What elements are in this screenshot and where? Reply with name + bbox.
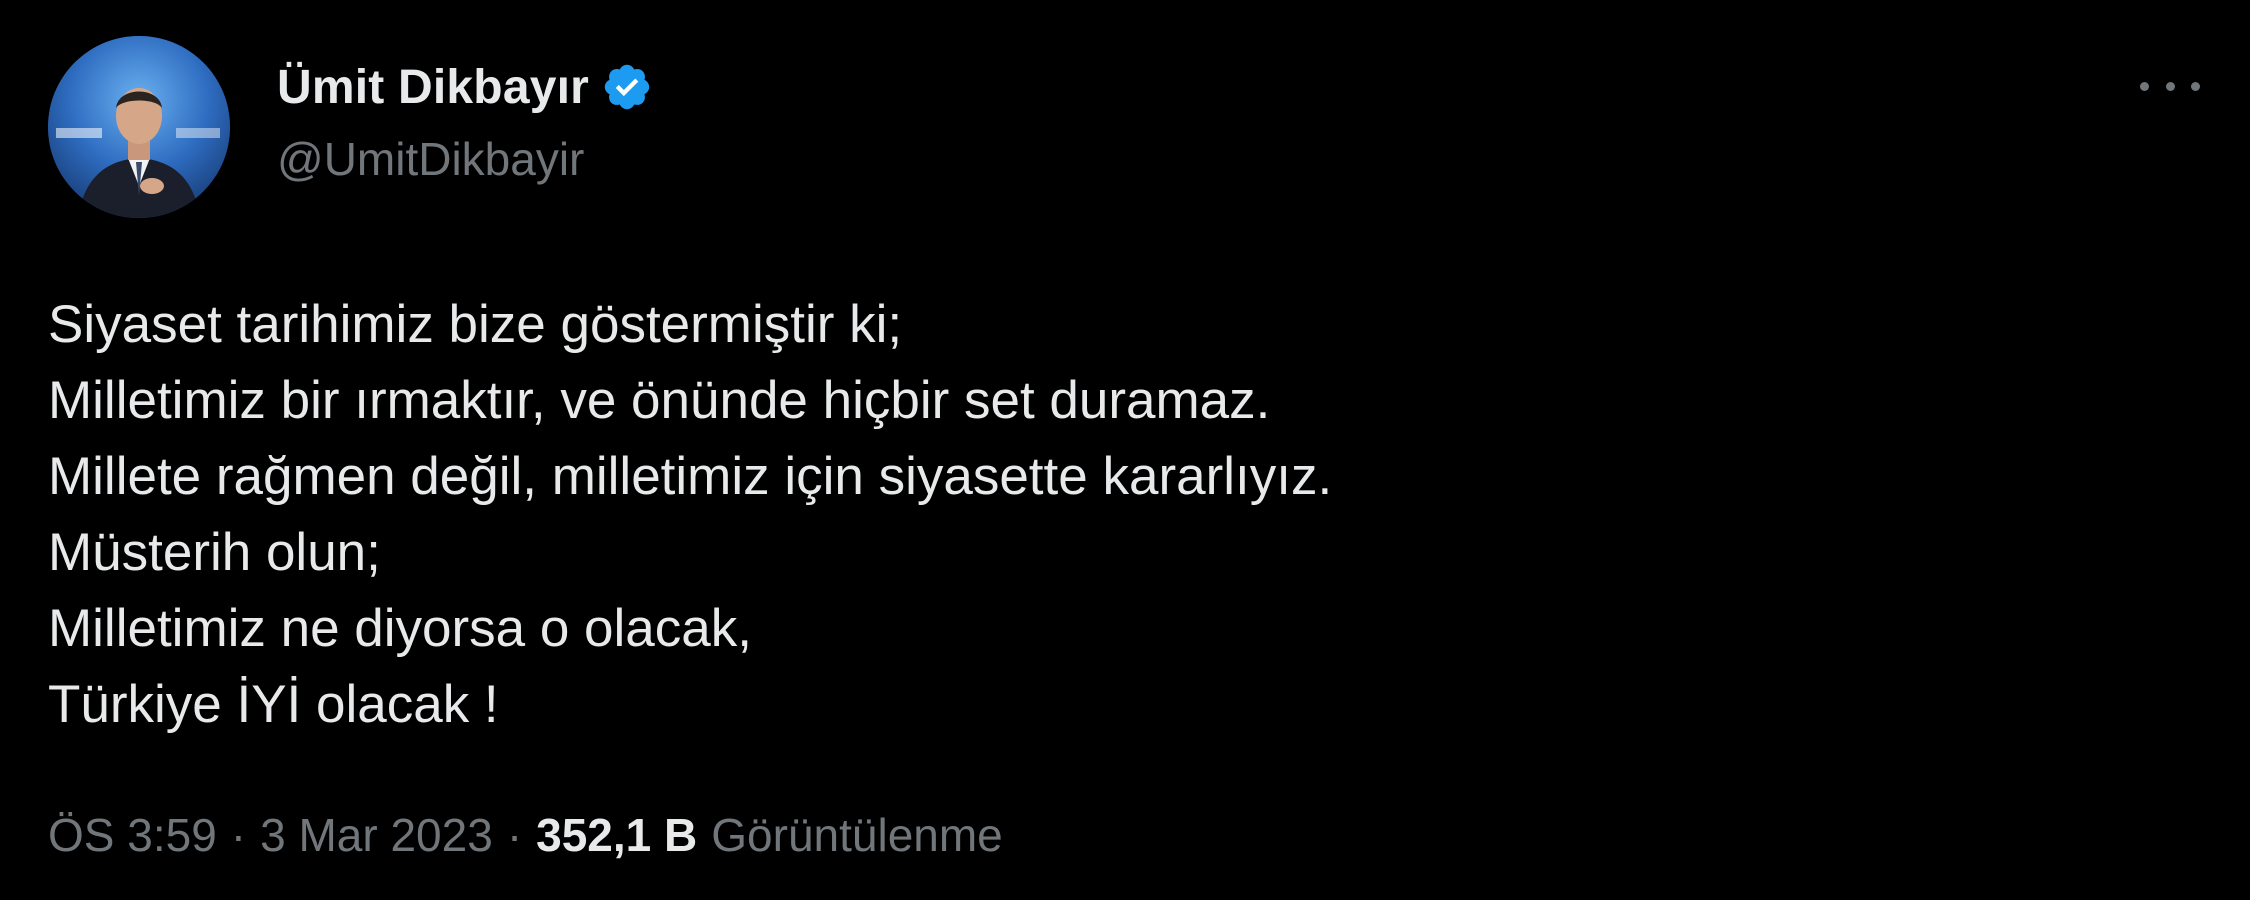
more-horizontal-icon [2140,81,2149,91]
tweet-card: Ümit Dikbayır @UmitDikbayir Siyaset tari… [0,0,2250,900]
tweet-line: Milletimiz bir ırmaktır, ve önünde hiçbi… [48,371,1271,430]
avatar-photo [48,36,230,218]
meta-separator: · [506,809,523,861]
tweet-time[interactable]: ÖS 3:59 [48,808,217,862]
verified-badge-icon [601,61,653,113]
display-name[interactable]: Ümit Dikbayır [277,60,589,115]
tweet-line: Milletimiz ne diyorsa o olacak, [48,599,752,658]
tweet-line: Müsterih olun; [48,523,381,582]
name-row: Ümit Dikbayır [277,52,653,122]
author-block: Ümit Dikbayır @UmitDikbayir [277,52,653,186]
tweet-date[interactable]: 3 Mar 2023 [260,808,493,862]
tweet-line: Millete rağmen değil, milletimiz için si… [48,447,1333,506]
more-options-button[interactable] [2140,68,2200,104]
tweet-meta: ÖS 3:59 · 3 Mar 2023 · 352,1 B Görüntüle… [48,800,1003,870]
tweet-line: Türkiye İYİ olacak ! [48,675,499,734]
views-count[interactable]: 352,1 B [536,808,697,862]
more-horizontal-icon [2165,81,2175,91]
avatar[interactable] [48,36,230,218]
meta-separator: · [230,809,247,861]
handle[interactable]: @UmitDikbayir [277,132,653,186]
tweet-text: Siyaset tarihimiz bize göstermiştir ki; … [48,287,2198,743]
more-horizontal-icon [2191,81,2200,91]
views-label: Görüntülenme [711,809,1003,861]
tweet-line: Siyaset tarihimiz bize göstermiştir ki; [48,295,903,354]
